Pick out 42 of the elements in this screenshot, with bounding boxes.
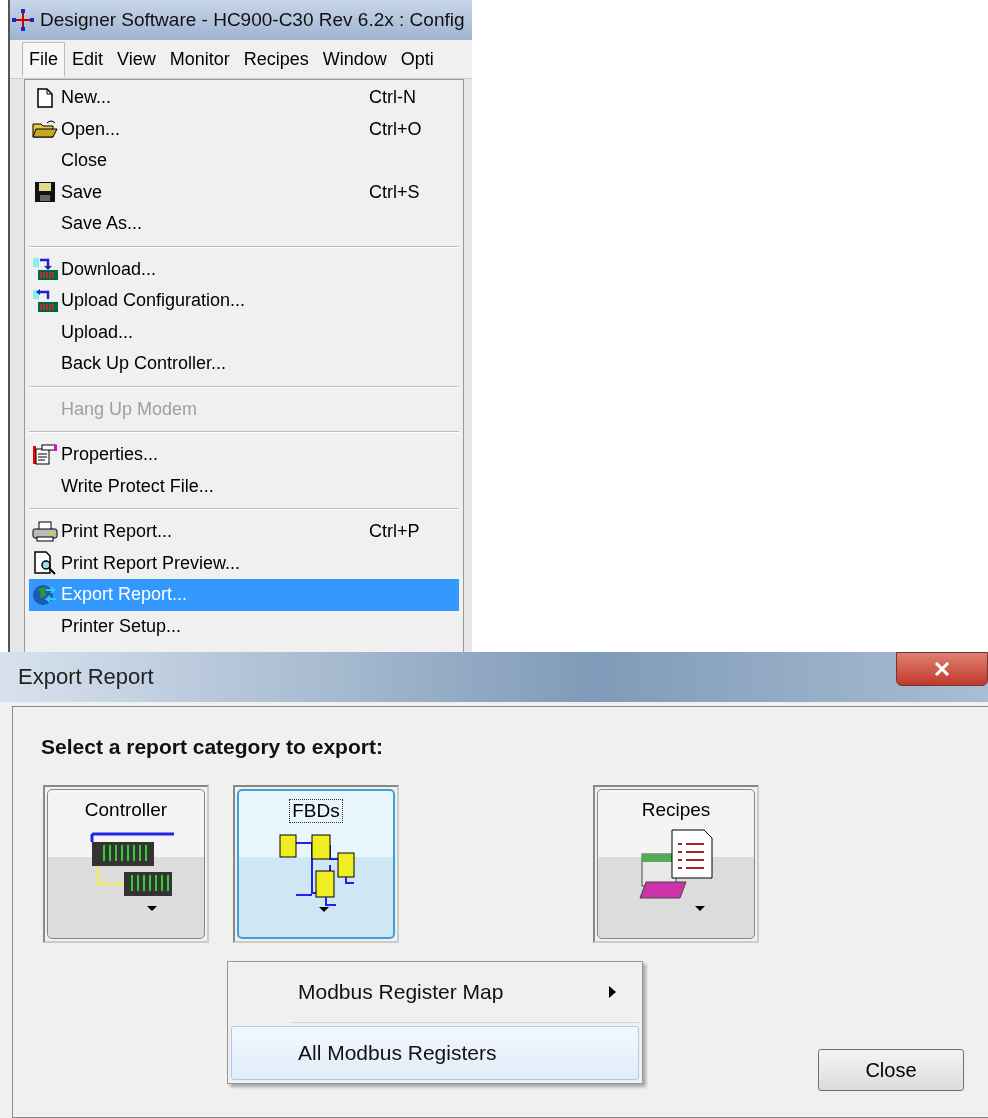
menu-item[interactable]: Upload Configuration... bbox=[29, 285, 459, 317]
menu-item[interactable]: Print Report Preview... bbox=[29, 547, 459, 579]
category-button[interactable]: Recipes bbox=[597, 789, 755, 939]
close-dialog-button[interactable]: Close bbox=[818, 1049, 964, 1091]
close-icon bbox=[934, 662, 950, 676]
menu-item[interactable]: Save As... bbox=[29, 208, 459, 240]
printer-icon bbox=[32, 520, 58, 543]
menu-item[interactable]: Back Up Controller... bbox=[29, 348, 459, 380]
menu-bar-item[interactable]: Edit bbox=[65, 41, 111, 77]
menu-item[interactable]: Write Protect File... bbox=[29, 470, 459, 502]
menu-bar-item[interactable]: Opti bbox=[393, 41, 441, 77]
globe-arrows-icon bbox=[32, 582, 58, 607]
close-button[interactable] bbox=[896, 652, 988, 686]
menu-item[interactable]: Open... Ctrl+O bbox=[29, 113, 459, 145]
upload-icon bbox=[31, 288, 59, 313]
menu-item[interactable]: Printer Setup... bbox=[29, 610, 459, 642]
menu-bar-item[interactable]: View bbox=[110, 41, 163, 77]
menu-item[interactable]: New... Ctrl-N bbox=[29, 82, 459, 114]
dialog-heading: Select a report category to export: bbox=[41, 735, 384, 759]
window-title: Designer Software - HC900-C30 Rev 6.2x : Config bbox=[40, 9, 465, 31]
document-icon bbox=[36, 87, 54, 108]
menu-item[interactable]: Close bbox=[29, 145, 459, 177]
menu-item[interactable]: Save Ctrl+S bbox=[29, 176, 459, 208]
context-menu-item[interactable]: All Modbus Registers bbox=[231, 1026, 639, 1080]
menu-item[interactable]: Upload... bbox=[29, 316, 459, 348]
submenu-arrow-icon bbox=[609, 986, 616, 998]
menu-bar-item[interactable]: Recipes bbox=[236, 41, 316, 77]
menu-item[interactable]: Print Report... Ctrl+P bbox=[29, 516, 459, 548]
download-icon bbox=[31, 257, 59, 282]
menu-bar-item[interactable]: Window bbox=[315, 41, 394, 77]
category-button[interactable]: Controller bbox=[47, 789, 205, 939]
menu-bar-item[interactable]: Monitor bbox=[162, 41, 237, 77]
menu-item[interactable]: Properties... bbox=[29, 439, 459, 471]
menu-bar-item[interactable]: File bbox=[22, 41, 65, 77]
category-button[interactable]: FBDs bbox=[237, 789, 395, 939]
context-menu-item[interactable]: Modbus Register Map bbox=[231, 965, 639, 1019]
properties-icon bbox=[32, 443, 58, 466]
folder-icon bbox=[32, 119, 58, 140]
dialog-title: Export Report bbox=[18, 664, 154, 690]
menu-item[interactable]: Download... bbox=[29, 253, 459, 285]
print-preview-icon bbox=[33, 551, 57, 576]
network-icon bbox=[12, 9, 34, 31]
